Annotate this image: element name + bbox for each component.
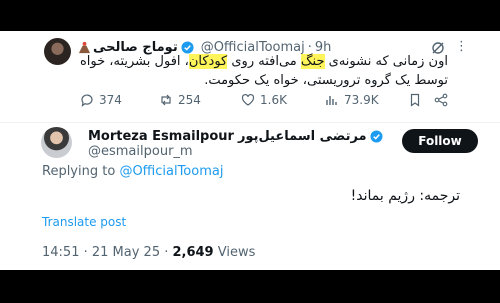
replying-to: Replying to @OfficialToomaj (42, 164, 223, 179)
reply-text: ترجمه: رژیم بماند! (350, 188, 460, 204)
quoted-post[interactable]: توماج صالحی @OfficialToomaj · 9h ⋮ اون ز… (0, 31, 500, 122)
repost-icon (161, 94, 171, 106)
share-icon (434, 93, 448, 107)
reply-icon (81, 94, 93, 107)
replying-to-link[interactable]: @OfficialToomaj (119, 164, 223, 179)
reply-avatar[interactable] (41, 127, 72, 158)
like-count: 1.6K (260, 93, 287, 107)
divider (0, 122, 500, 123)
reply-count: 374 (99, 93, 122, 107)
highlight-war: جنگ (300, 54, 325, 69)
follow-button[interactable]: Follow (402, 129, 478, 153)
repost-count: 254 (178, 93, 201, 107)
reply-display-name-en: Morteza Esmailpour (88, 128, 234, 144)
timestamp[interactable]: 14:51 · 21 May 25 · (42, 245, 172, 260)
post-text: اون زمانی که نشونه‌ی جنگ می‌افته روی کود… (60, 52, 448, 90)
bookmark-icon (410, 93, 420, 107)
verified-badge-icon (370, 129, 383, 143)
bookmark-button[interactable] (408, 93, 427, 107)
reply-handle[interactable]: @esmailpour_m (88, 144, 193, 159)
views-label: Views (213, 245, 256, 260)
more-options-icon[interactable]: ⋮ (455, 39, 468, 54)
action-bar: 374 254 1.6K 73.9K (80, 93, 450, 111)
views-count: 73.9K (344, 93, 379, 107)
repost-button[interactable]: 254 (159, 93, 201, 107)
reply-author[interactable]: Morteza Esmailpour مرتضی اسماعیل‌پور (88, 127, 386, 145)
analytics-icon (326, 96, 337, 105)
like-button[interactable]: 1.6K (241, 93, 287, 107)
heart-icon (241, 93, 255, 106)
tweet-card: توماج صالحی @OfficialToomaj · 9h ⋮ اون ز… (0, 31, 500, 270)
replying-prefix: Replying to (42, 164, 116, 179)
post-metadata: 14:51 · 21 May 25 · 2,649 Views (42, 245, 255, 260)
highlight-children: کودکان (188, 54, 228, 69)
post-text-part: می‌افته روی (227, 54, 301, 69)
reply-display-name-fa: مرتضی اسماعیل‌پور (237, 128, 367, 144)
post-text-part: اون زمانی که نشونه‌ی (324, 54, 448, 69)
translate-post-link[interactable]: Translate post (42, 215, 126, 229)
views-button[interactable]: 73.9K (325, 93, 379, 107)
reply-button[interactable]: 374 (80, 93, 122, 107)
share-button[interactable] (434, 93, 453, 107)
views-total: 2,649 (172, 245, 214, 260)
